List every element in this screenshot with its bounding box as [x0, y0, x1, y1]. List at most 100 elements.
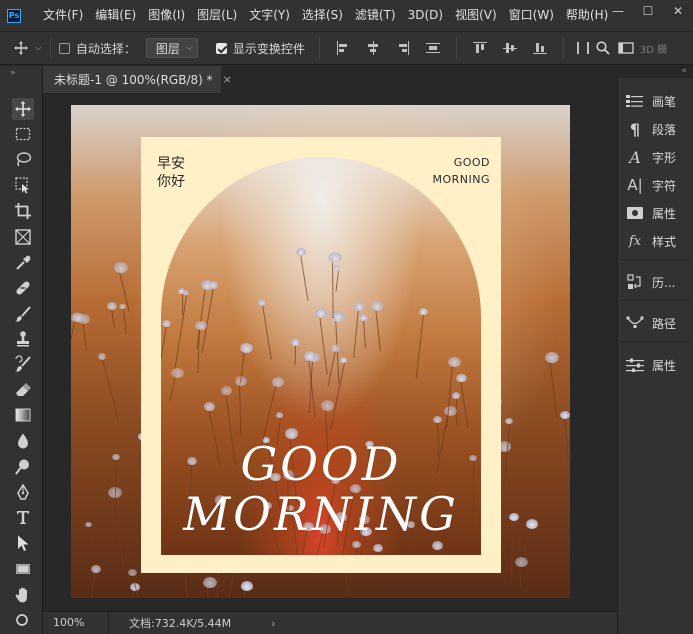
- menu-items: 文件(F) 编辑(E) 图像(I) 图层(L) 文字(Y) 选择(S) 滤镜(T…: [37, 0, 614, 31]
- flower-blossom: [240, 581, 254, 591]
- chevron-down-icon[interactable]: ⌵: [35, 43, 42, 53]
- menu-filter[interactable]: 滤镜(T): [349, 0, 402, 31]
- flower-stem: [327, 350, 336, 387]
- rectangle-icon[interactable]: [12, 558, 34, 580]
- panel-styles[interactable]: fx 样式: [618, 229, 693, 253]
- blur-icon[interactable]: [12, 430, 34, 452]
- path-selection-icon[interactable]: [12, 532, 34, 554]
- glyph-icon: A: [629, 147, 641, 167]
- flower-blossom: [358, 313, 369, 322]
- status-menu-arrow-icon[interactable]: ›: [271, 617, 275, 630]
- auto-select-checkbox[interactable]: [58, 42, 70, 54]
- canvas-area[interactable]: 早安 你好 GOOD MORNING GOOD MORNING: [43, 93, 611, 611]
- flower-stem: [352, 308, 359, 359]
- flower-blossom: [330, 344, 340, 352]
- flower-blossom: [431, 541, 443, 550]
- move-tool-preset-icon[interactable]: [9, 40, 33, 56]
- separator: [318, 37, 320, 59]
- flower-blossom: [314, 308, 328, 319]
- menu-layer[interactable]: 图层(L): [191, 0, 243, 31]
- panel-history[interactable]: 历...: [618, 270, 693, 294]
- pen-icon[interactable]: [12, 481, 34, 503]
- rectangular-marquee-icon[interactable]: [12, 123, 34, 145]
- window-controls: — ☐ ✕: [603, 0, 693, 22]
- layer-group-dropdown[interactable]: 图层 ⌵: [145, 38, 198, 58]
- eyedropper-icon[interactable]: [12, 252, 34, 274]
- panel-divider: [622, 300, 690, 301]
- workspace-icon[interactable]: [618, 41, 634, 55]
- menu-type[interactable]: 文字(Y): [243, 0, 296, 31]
- flower-stem: [87, 570, 96, 598]
- align-middle-v-icon[interactable]: [502, 41, 517, 55]
- history-brush-icon[interactable]: [12, 353, 34, 375]
- menu-view[interactable]: 视图(V): [449, 0, 503, 31]
- panel-label: 属性: [652, 358, 677, 373]
- greeting-english: GOOD MORNING: [432, 154, 490, 188]
- flower-blossom: [194, 320, 207, 331]
- close-tab-icon[interactable]: ×: [223, 73, 232, 86]
- separator: [562, 37, 564, 59]
- menu-select[interactable]: 选择(S): [296, 0, 349, 31]
- menu-image[interactable]: 图像(I): [142, 0, 191, 31]
- zoom-tool-icon[interactable]: [12, 610, 34, 632]
- menu-3d[interactable]: 3D(D): [402, 0, 449, 31]
- zoom-level[interactable]: 100%: [43, 611, 109, 634]
- panel-paths[interactable]: 路径: [618, 311, 693, 335]
- crop-icon[interactable]: [12, 200, 34, 222]
- maximize-button[interactable]: ☐: [633, 0, 663, 22]
- align-left-icon[interactable]: [336, 41, 350, 55]
- type-icon[interactable]: [12, 506, 34, 528]
- brush-icon[interactable]: [12, 303, 34, 325]
- document-size-info[interactable]: 文档:732.4K/5.44M: [129, 615, 231, 631]
- flower-stem: [335, 271, 339, 293]
- gradient-icon[interactable]: [12, 404, 34, 426]
- eraser-icon[interactable]: [12, 379, 34, 401]
- align-top-icon[interactable]: [472, 41, 487, 55]
- minimize-button[interactable]: —: [603, 0, 633, 22]
- flower-blossom: [97, 352, 107, 360]
- lasso-icon[interactable]: [12, 148, 34, 170]
- clone-stamp-icon[interactable]: [12, 328, 34, 350]
- flower-blossom: [370, 301, 384, 312]
- document-tab[interactable]: 未标题-1 @ 100%(RGB/8) * ×: [43, 66, 232, 93]
- align-bottom-icon[interactable]: [532, 41, 547, 55]
- show-transform-checkbox[interactable]: [215, 42, 227, 54]
- flower-blossom: [171, 367, 185, 379]
- styles-icon: fx: [628, 233, 642, 249]
- greeting-card: 早安 你好 GOOD MORNING GOOD MORNING: [141, 137, 501, 573]
- distribute-icon[interactable]: [425, 41, 440, 55]
- dodge-icon[interactable]: [12, 456, 34, 478]
- hand-icon[interactable]: [12, 584, 34, 606]
- move-tool-icon[interactable]: [12, 98, 34, 120]
- search-icon[interactable]: [596, 41, 610, 55]
- panel-adjustments[interactable]: 属性: [618, 353, 693, 377]
- panel-glyphs[interactable]: A 字形: [618, 145, 693, 169]
- frame-icon[interactable]: [12, 226, 34, 248]
- menu-file[interactable]: 文件(F): [37, 0, 89, 31]
- menu-edit[interactable]: 编辑(E): [89, 0, 142, 31]
- panel-brush-settings[interactable]: 画笔: [618, 89, 693, 113]
- object-selection-icon[interactable]: [12, 174, 34, 196]
- panel-divider: [622, 259, 690, 260]
- photoshop-logo-icon[interactable]: Ps: [7, 8, 21, 23]
- panel-paragraph[interactable]: ¶ 段落: [618, 117, 693, 141]
- collapse-panel-icon[interactable]: »: [10, 68, 15, 78]
- healing-brush-icon[interactable]: [12, 277, 34, 299]
- more-options-icon[interactable]: [576, 41, 590, 55]
- menu-window[interactable]: 窗口(W): [503, 0, 560, 31]
- flower-blossom: [296, 248, 307, 257]
- close-window-button[interactable]: ✕: [663, 0, 693, 22]
- chevron-down-icon: ⌵: [186, 43, 193, 53]
- separator: [455, 37, 457, 59]
- flower-blossom: [90, 564, 101, 573]
- flower-blossom: [372, 543, 383, 553]
- flower-stem: [563, 416, 569, 461]
- right-panel-collapse-icon[interactable]: «: [617, 66, 693, 78]
- align-right-icon[interactable]: [396, 41, 410, 55]
- flower-blossom: [128, 568, 137, 576]
- align-center-h-icon[interactable]: [366, 41, 380, 55]
- panel-character[interactable]: A| 字符: [618, 173, 693, 197]
- flower-stem: [415, 313, 424, 379]
- right-panel-dock: 画笔 ¶ 段落 A 字形 A| 字符 属性 fx 样式 历... 路径 属性: [617, 78, 693, 634]
- panel-properties[interactable]: 属性: [618, 201, 693, 225]
